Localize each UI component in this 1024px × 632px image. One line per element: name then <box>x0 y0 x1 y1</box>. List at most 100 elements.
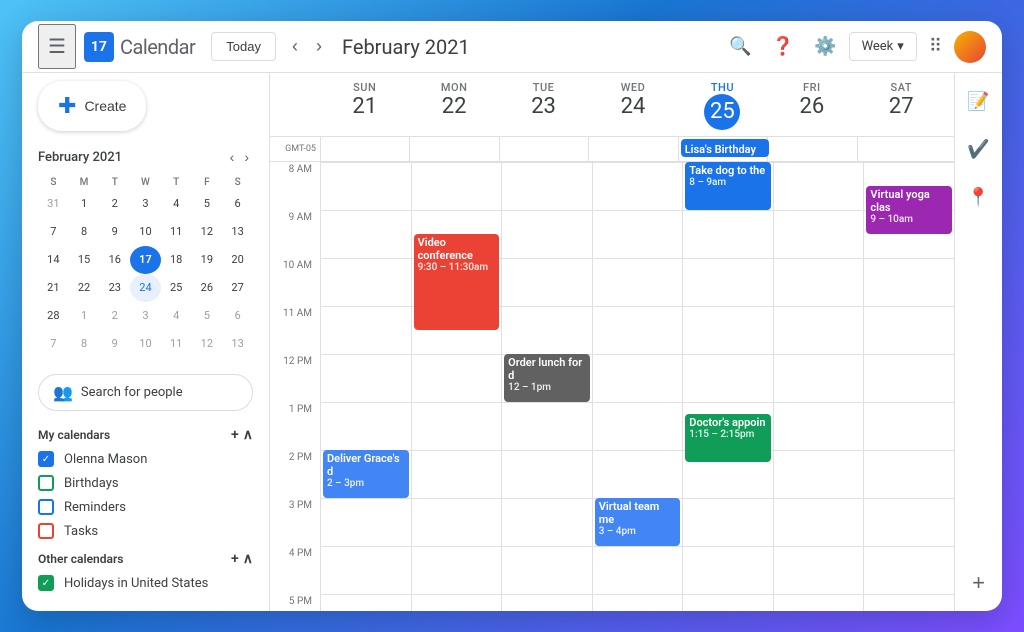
mini-cal-day[interactable]: 14 <box>38 246 69 274</box>
mini-cal-day[interactable]: 10 <box>130 330 161 358</box>
hour-cell[interactable] <box>321 354 411 402</box>
other-calendars-header[interactable]: Other calendars + ∧ <box>38 551 253 567</box>
right-add-button[interactable]: + <box>959 563 999 603</box>
hour-cell[interactable] <box>502 210 592 258</box>
hour-cell[interactable] <box>321 258 411 306</box>
mini-cal-day[interactable]: 27 <box>222 274 253 302</box>
mini-cal-day[interactable]: 11 <box>161 218 192 246</box>
event-virtual-team[interactable]: Virtual team me3 – 4pm <box>595 498 681 546</box>
hour-cell[interactable] <box>593 306 683 354</box>
mini-cal-day[interactable]: 23 <box>99 274 130 302</box>
tasks-icon[interactable]: ✔️ <box>959 129 999 169</box>
help-button[interactable]: ❓ <box>764 28 802 65</box>
mini-cal-day[interactable]: 7 <box>38 218 69 246</box>
hour-cell[interactable] <box>864 594 954 611</box>
hour-cell[interactable] <box>502 450 592 498</box>
hour-cell[interactable] <box>683 498 773 546</box>
mini-cal-day[interactable]: 10 <box>130 218 161 246</box>
mini-cal-day[interactable]: 25 <box>161 274 192 302</box>
mini-cal-day[interactable]: 12 <box>192 330 223 358</box>
hour-cell[interactable] <box>774 450 864 498</box>
hour-cell[interactable] <box>593 450 683 498</box>
other-calendar-checkbox[interactable] <box>38 575 54 591</box>
calendar-checkbox[interactable] <box>38 475 54 491</box>
hour-cell[interactable] <box>321 210 411 258</box>
hour-cell[interactable] <box>774 162 864 210</box>
mini-cal-day[interactable]: 17 <box>130 246 161 274</box>
mini-cal-day[interactable]: 2 <box>99 190 130 218</box>
mini-cal-day[interactable]: 2 <box>99 302 130 330</box>
mini-cal-day[interactable]: 6 <box>222 190 253 218</box>
mini-cal-day[interactable]: 18 <box>161 246 192 274</box>
hour-cell[interactable] <box>412 402 502 450</box>
calendar-item[interactable]: Olenna Mason <box>38 447 253 471</box>
hour-cell[interactable] <box>683 306 773 354</box>
collapse-icon[interactable]: ∧ <box>243 427 253 443</box>
mini-cal-day[interactable]: 3 <box>130 190 161 218</box>
mini-cal-day[interactable]: 31 <box>38 190 69 218</box>
avatar[interactable] <box>954 31 986 63</box>
event-deliver-grace[interactable]: Deliver Grace's d2 – 3pm <box>323 450 409 498</box>
hour-cell[interactable] <box>321 402 411 450</box>
view-selector[interactable]: Week ▾ <box>849 32 917 61</box>
hour-cell[interactable] <box>502 498 592 546</box>
hour-cell[interactable] <box>502 546 592 594</box>
mini-cal-day[interactable]: 8 <box>69 330 100 358</box>
calendar-item[interactable]: Reminders <box>38 495 253 519</box>
mini-cal-day[interactable]: 12 <box>192 218 223 246</box>
my-calendars-header[interactable]: My calendars + ∧ <box>38 427 253 443</box>
hour-cell[interactable] <box>321 498 411 546</box>
hour-cell[interactable] <box>412 450 502 498</box>
calendar-checkbox[interactable] <box>38 451 54 467</box>
hour-cell[interactable] <box>864 498 954 546</box>
hour-cell[interactable] <box>683 210 773 258</box>
add-calendar-icon[interactable]: + <box>231 427 239 443</box>
mini-cal-day[interactable]: 4 <box>161 190 192 218</box>
hour-cell[interactable] <box>321 162 411 210</box>
mini-cal-day[interactable]: 9 <box>99 330 130 358</box>
calendar-item[interactable]: Birthdays <box>38 471 253 495</box>
hour-cell[interactable] <box>502 594 592 611</box>
hour-cell[interactable] <box>683 594 773 611</box>
hour-cell[interactable] <box>864 258 954 306</box>
hour-cell[interactable] <box>593 210 683 258</box>
event-doctors-appt[interactable]: Doctor's appoin1:15 – 2:15pm <box>685 414 771 462</box>
mini-cal-day[interactable]: 22 <box>69 274 100 302</box>
add-other-calendar-icon[interactable]: + <box>231 551 239 567</box>
mini-next-button[interactable]: › <box>240 147 253 167</box>
mini-cal-day[interactable]: 1 <box>69 302 100 330</box>
hour-cell[interactable] <box>774 498 864 546</box>
prev-button[interactable]: ‹ <box>284 30 306 63</box>
hour-cell[interactable] <box>774 210 864 258</box>
settings-button[interactable]: ⚙️ <box>806 28 844 65</box>
mini-cal-day[interactable]: 13 <box>222 330 253 358</box>
mini-cal-day[interactable]: 3 <box>130 302 161 330</box>
hour-cell[interactable] <box>774 546 864 594</box>
maps-icon[interactable]: 📍 <box>959 177 999 217</box>
create-button[interactable]: ✚ Create <box>38 81 146 131</box>
calendar-checkbox[interactable] <box>38 499 54 515</box>
next-button[interactable]: › <box>308 30 330 63</box>
hour-cell[interactable] <box>502 402 592 450</box>
event-order-lunch[interactable]: Order lunch for d12 – 1pm <box>504 354 590 402</box>
cal-grid-scroll[interactable]: 8 AM9 AM10 AM11 AM12 PM1 PM2 PM3 PM4 PM5… <box>270 162 954 611</box>
hour-cell[interactable] <box>683 258 773 306</box>
event-video-conference[interactable]: Video conference9:30 – 11:30am <box>414 234 500 330</box>
hour-cell[interactable] <box>774 354 864 402</box>
mini-cal-day[interactable]: 4 <box>161 302 192 330</box>
mini-cal-day[interactable]: 8 <box>69 218 100 246</box>
hour-cell[interactable] <box>774 594 864 611</box>
mini-cal-day[interactable]: 13 <box>222 218 253 246</box>
hour-cell[interactable] <box>774 402 864 450</box>
collapse-other-icon[interactable]: ∧ <box>243 551 253 567</box>
hour-cell[interactable] <box>683 354 773 402</box>
mini-cal-day[interactable]: 9 <box>99 218 130 246</box>
hour-cell[interactable] <box>864 450 954 498</box>
apps-button[interactable]: ⠿ <box>921 28 950 65</box>
mini-cal-day[interactable]: 11 <box>161 330 192 358</box>
hour-cell[interactable] <box>593 354 683 402</box>
hour-cell[interactable] <box>593 546 683 594</box>
hour-cell[interactable] <box>502 162 592 210</box>
notes-icon[interactable]: 📝 <box>959 81 999 121</box>
hour-cell[interactable] <box>502 306 592 354</box>
